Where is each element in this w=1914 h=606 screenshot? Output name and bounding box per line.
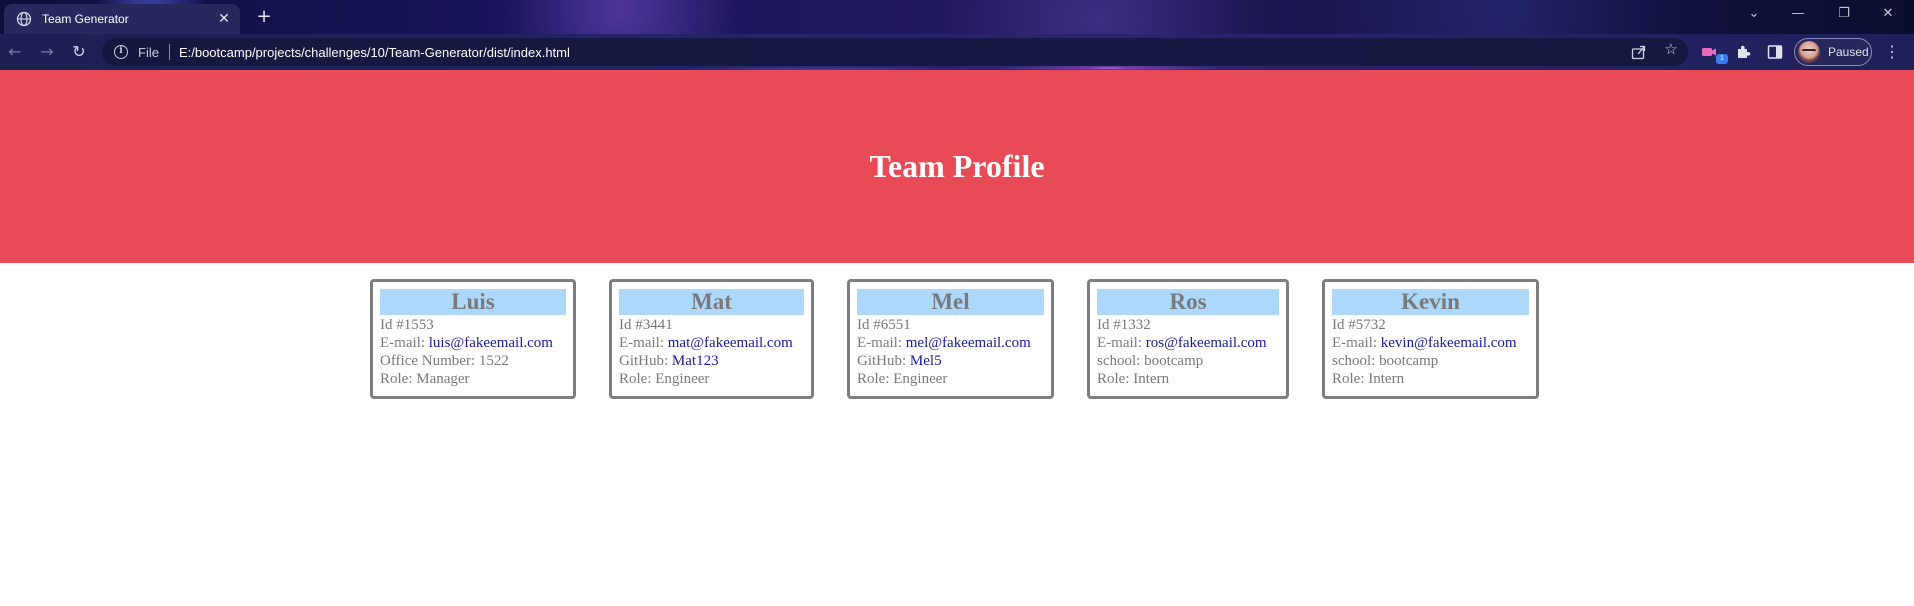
profile-button[interactable]: Paused <box>1794 38 1872 66</box>
office-number-row: Office Number: 1522 <box>380 352 566 370</box>
employee-role: Role: Intern <box>1332 371 1405 387</box>
employee-card: Kevin Id #5732 E-mail: kevin@fakeemail.c… <box>1322 279 1539 399</box>
email-label: E-mail: <box>619 335 668 351</box>
address-bar[interactable]: i File E:/bootcamp/projects/challenges/1… <box>102 38 1688 66</box>
browser-tab[interactable]: Team Generator ✕ <box>4 4 240 34</box>
restore-button[interactable]: ❐ <box>1826 4 1862 24</box>
email-label: E-mail: <box>1332 335 1381 351</box>
email-link[interactable]: mel@fakeemail.com <box>906 335 1031 351</box>
email-link[interactable]: kevin@fakeemail.com <box>1381 335 1517 351</box>
tab-strip: Team Generator ✕ + ⌄ — ❐ ✕ <box>0 0 1914 34</box>
office-number-label: Office Number: <box>380 353 479 369</box>
header-banner: Team Profile <box>0 70 1914 263</box>
back-button[interactable]: ← <box>4 42 26 62</box>
employee-name: Mel <box>857 289 1044 315</box>
employee-id: Id #5732 <box>1332 317 1386 333</box>
url-text[interactable]: E:/bootcamp/projects/challenges/10/Team-… <box>179 45 570 60</box>
employee-name: Mat <box>619 289 804 315</box>
email-link[interactable]: mat@fakeemail.com <box>668 335 793 351</box>
github-link[interactable]: Mel5 <box>910 353 942 369</box>
school-row: school: bootcamp <box>1097 352 1279 370</box>
side-panel-icon[interactable] <box>1766 43 1784 61</box>
employee-role: Role: Manager <box>380 371 470 387</box>
page-title: Team Profile <box>869 148 1045 184</box>
employee-role: Role: Engineer <box>619 371 710 387</box>
employee-id: Id #6551 <box>857 317 911 333</box>
school-label: school: <box>1097 353 1145 369</box>
employee-email-row: E-mail: ros@fakeemail.com <box>1097 334 1279 352</box>
extensions-puzzle-icon[interactable] <box>1734 43 1752 61</box>
employee-name: Luis <box>380 289 566 315</box>
scheme-label: File <box>138 44 159 60</box>
browser-menu-icon[interactable]: ⋮ <box>1884 42 1900 61</box>
globe-icon <box>16 11 32 27</box>
school-row: school: bootcamp <box>1332 352 1529 370</box>
github-label: GitHub: <box>619 353 672 369</box>
github-label: GitHub: <box>857 353 910 369</box>
employee-card: Mat Id #3441 E-mail: mat@fakeemail.com G… <box>609 279 814 399</box>
employee-role: Role: Intern <box>1097 371 1170 387</box>
info-icon[interactable]: i <box>114 45 128 59</box>
close-window-button[interactable]: ✕ <box>1870 4 1906 24</box>
employee-id: Id #1332 <box>1097 317 1151 333</box>
employee-name: Ros <box>1097 289 1279 315</box>
reload-button[interactable]: ↻ <box>68 42 90 62</box>
email-label: E-mail: <box>380 335 429 351</box>
employee-email-row: E-mail: mel@fakeemail.com <box>857 334 1044 352</box>
employee-card: Mel Id #6551 E-mail: mel@fakeemail.com G… <box>847 279 1054 399</box>
new-tab-button[interactable]: + <box>252 6 276 28</box>
forward-button[interactable]: → <box>36 42 58 62</box>
employee-card: Luis Id #1553 E-mail: luis@fakeemail.com… <box>370 279 576 399</box>
avatar <box>1798 41 1820 63</box>
employee-id: Id #3441 <box>619 317 673 333</box>
github-row: GitHub: Mel5 <box>857 352 1044 370</box>
school-label: school: <box>1332 353 1380 369</box>
email-link[interactable]: luis@fakeemail.com <box>429 335 553 351</box>
email-label: E-mail: <box>1097 335 1146 351</box>
employee-id: Id #1553 <box>380 317 434 333</box>
tab-close-icon[interactable]: ✕ <box>216 11 232 27</box>
browser-toolbar: ← → ↻ i File E:/bootcamp/projects/challe… <box>0 34 1914 70</box>
tab-search-chevron-icon[interactable]: ⌄ <box>1736 4 1772 24</box>
email-label: E-mail: <box>857 335 906 351</box>
share-icon[interactable] <box>1630 43 1648 61</box>
team-cards: Luis Id #1553 E-mail: luis@fakeemail.com… <box>0 279 1914 399</box>
school-value: bootcamp <box>1379 353 1439 369</box>
bookmark-star-icon[interactable]: ☆ <box>1661 40 1681 58</box>
employee-role: Role: Engineer <box>857 371 948 387</box>
tab-title: Team Generator <box>42 12 129 26</box>
address-divider <box>168 44 170 60</box>
page-viewport: Team Profile Luis Id #1553 E-mail: luis@… <box>0 70 1914 606</box>
office-number-value: 1522 <box>478 353 509 369</box>
employee-card: Ros Id #1332 E-mail: ros@fakeemail.com s… <box>1087 279 1289 399</box>
employee-email-row: E-mail: luis@fakeemail.com <box>380 334 566 352</box>
github-row: GitHub: Mat123 <box>619 352 804 370</box>
employee-email-row: E-mail: mat@fakeemail.com <box>619 334 804 352</box>
minimize-button[interactable]: — <box>1780 4 1816 24</box>
profile-status: Paused <box>1828 45 1869 59</box>
school-value: bootcamp <box>1144 353 1204 369</box>
employee-name: Kevin <box>1332 289 1529 315</box>
employee-email-row: E-mail: kevin@fakeemail.com <box>1332 334 1529 352</box>
email-link[interactable]: ros@fakeemail.com <box>1146 335 1267 351</box>
github-link[interactable]: Mat123 <box>672 353 719 369</box>
extension-badge: 1 <box>1716 54 1728 64</box>
